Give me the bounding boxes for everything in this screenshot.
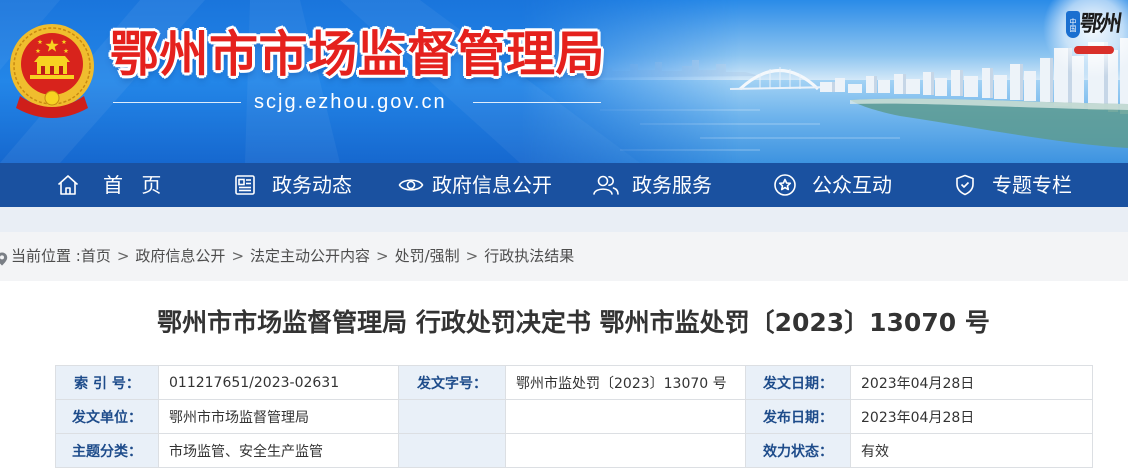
empty-label-cell <box>398 433 506 468</box>
nav-item-interaction[interactable]: 公众互动 <box>773 163 892 207</box>
main-nav: 首 页 政务动态 政府信息公开 政务服务 公众互动 专题专栏 <box>0 163 1128 207</box>
breadcrumb: 当前位置 : 首页 > 政府信息公开 > 法定主动公开内容 > 处罚/强制 > … <box>0 244 574 268</box>
document-number-value: 鄂州市监处罚〔2023〕13070 号 <box>505 365 746 400</box>
empty-value-cell <box>505 399 746 434</box>
ezhou-site-logo[interactable]: 中国 鄂州 <box>1060 2 1126 58</box>
validity-status-value: 有效 <box>850 433 1093 468</box>
nav-item-services[interactable]: 政务服务 <box>592 163 712 207</box>
url-divider-right <box>473 102 601 103</box>
site-url: scjg.ezhou.gov.cn <box>254 91 447 113</box>
nav-item-news[interactable]: 政务动态 <box>233 163 352 207</box>
nav-item-home[interactable]: 首 页 <box>56 163 167 207</box>
eye-icon <box>398 173 424 197</box>
empty-value-cell <box>505 433 746 468</box>
publish-date-value: 2023年04月28日 <box>850 399 1093 434</box>
issue-date-value: 2023年04月28日 <box>850 365 1093 400</box>
users-icon <box>592 173 620 197</box>
nav-item-label: 专题专栏 <box>992 173 1072 197</box>
breadcrumb-separator: > <box>116 247 130 265</box>
table-row: 主题分类： 市场监管、安全生产监管 效力状态： 有效 <box>55 433 1093 468</box>
logo-tag <box>1074 46 1114 54</box>
nav-item-label: 政务动态 <box>272 173 352 197</box>
national-emblem <box>10 24 94 118</box>
publish-date-label: 发布日期： <box>745 399 851 434</box>
breadcrumb-link-enforcement-results[interactable]: 行政执法结果 <box>484 244 574 268</box>
empty-label-cell <box>398 399 506 434</box>
news-icon <box>233 173 257 197</box>
page-title: 鄂州市市场监督管理局 行政处罚决定书 鄂州市监处罚〔2023〕13070 号 <box>157 308 990 337</box>
nav-item-label: 公众互动 <box>812 173 892 197</box>
issuing-unit-label: 发文单位： <box>55 399 159 434</box>
topic-category-value: 市场监管、安全生产监管 <box>158 433 399 468</box>
shield-icon <box>953 173 977 197</box>
logo-calligraphy: 鄂州 <box>1078 11 1122 37</box>
breadcrumb-link-statutory-content[interactable]: 法定主动公开内容 <box>250 244 370 268</box>
site-title: 鄂州市市场监督管理局 <box>110 26 606 83</box>
nav-item-info-disclosure[interactable]: 政府信息公开 <box>398 163 552 207</box>
index-number-label: 索 引 号： <box>55 365 159 400</box>
breadcrumb-link-info-disclosure[interactable]: 政府信息公开 <box>135 244 225 268</box>
nav-item-label: 政务服务 <box>632 173 712 197</box>
table-row: 索 引 号： 011217651/2023-02631 发文字号： 鄂州市监处罚… <box>55 365 1093 400</box>
breadcrumb-prefix: 当前位置 : <box>11 247 81 265</box>
breadcrumb-link-home[interactable]: 首页 <box>81 244 111 268</box>
issuing-unit-value: 鄂州市市场监督管理局 <box>158 399 399 434</box>
breadcrumb-separator: > <box>465 247 479 265</box>
url-divider-left <box>113 102 241 103</box>
page: 鄂州市市场监督管理局 scjg.ezhou.gov.cn 中国 鄂州 首 页 政… <box>0 0 1128 468</box>
location-pin-icon <box>0 249 8 266</box>
nav-item-label: 政府信息公开 <box>432 173 552 197</box>
index-number-value: 011217651/2023-02631 <box>158 365 399 400</box>
site-banner: 鄂州市市场监督管理局 scjg.ezhou.gov.cn 中国 鄂州 <box>0 0 1128 163</box>
breadcrumb-link-penalty[interactable]: 处罚/强制 <box>395 244 460 268</box>
star-icon <box>773 173 797 197</box>
document-meta-table: 索 引 号： 011217651/2023-02631 发文字号： 鄂州市监处罚… <box>55 365 1093 468</box>
issue-date-label: 发文日期： <box>745 365 851 400</box>
document-number-label: 发文字号： <box>398 365 506 400</box>
validity-status-label: 效力状态： <box>745 433 851 468</box>
nav-shadow-band <box>0 207 1128 232</box>
nav-item-label: 首 页 <box>103 173 168 197</box>
home-icon <box>56 173 80 197</box>
topic-category-label: 主题分类： <box>55 433 159 468</box>
table-row: 发文单位： 鄂州市市场监督管理局 发布日期： 2023年04月28日 <box>55 399 1093 434</box>
nav-item-special-topics[interactable]: 专题专栏 <box>953 163 1072 207</box>
breadcrumb-separator: > <box>231 247 245 265</box>
breadcrumb-separator: > <box>376 247 389 265</box>
